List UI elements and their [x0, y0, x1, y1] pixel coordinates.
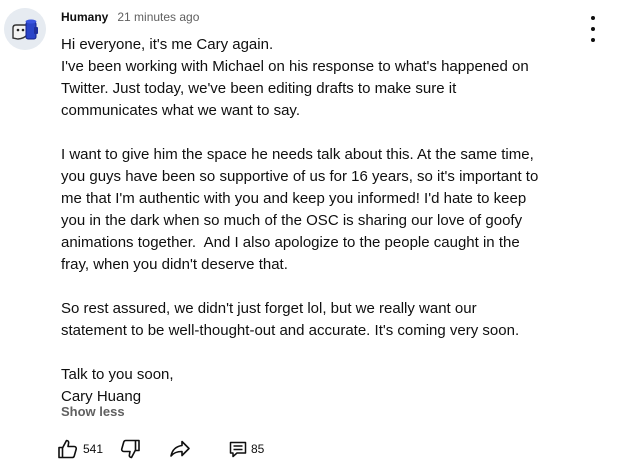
- paragraph: I want to give him the space he needs ta…: [61, 144, 606, 276]
- comment-line: me that I'm authentic with you and keep …: [61, 190, 527, 207]
- comment-line: Hi everyone, it's me Cary again.: [61, 36, 274, 53]
- like-count: 541: [83, 442, 104, 456]
- comment-line: I've been working with Michael on his re…: [61, 58, 529, 75]
- dislike-button[interactable]: [118, 437, 142, 461]
- comment-timestamp[interactable]: 21 minutes ago: [117, 10, 199, 24]
- comment-header: Humany 21 minutes ago: [61, 10, 199, 26]
- comment-line: you in the dark when so much of the OSC …: [61, 212, 523, 229]
- comment-line: Talk to you soon,: [61, 366, 174, 383]
- comment-line: Cary Huang: [61, 388, 142, 405]
- share-icon: [170, 440, 190, 457]
- more-vertical-icon-dot: [591, 27, 595, 31]
- comment-line: communicates what we want to say.: [61, 102, 300, 119]
- share-button[interactable]: [168, 437, 192, 461]
- comment-body: Hi everyone, it's me Cary again. I've be…: [61, 34, 606, 408]
- comment-line: fray, when you didn't deserve that.: [61, 256, 288, 273]
- thumb-down-icon: [120, 439, 140, 459]
- paragraph: Talk to you soon, Cary Huang: [61, 364, 606, 408]
- replies-button[interactable]: 85: [228, 437, 264, 461]
- like-button[interactable]: 541: [56, 437, 103, 461]
- thumb-up-icon: [58, 439, 78, 459]
- comment-line: animations together. And I also apologiz…: [61, 234, 520, 251]
- paragraph: Hi everyone, it's me Cary again. I've be…: [61, 34, 606, 122]
- comment-line: I want to give him the space he needs ta…: [61, 146, 534, 163]
- comment-icon: [229, 441, 247, 458]
- author-name[interactable]: Humany: [61, 10, 108, 24]
- comment-line: Twitter. Just today, we've been editing …: [61, 80, 457, 97]
- comment-line: So rest assured, we didn't just forget l…: [61, 300, 477, 317]
- paragraph: So rest assured, we didn't just forget l…: [61, 298, 606, 342]
- avatar-image: [4, 8, 46, 50]
- show-less-button[interactable]: Show less: [61, 404, 125, 419]
- reply-count: 85: [251, 442, 265, 456]
- comment-line: statement to be well-thought-out and acc…: [61, 322, 520, 339]
- comment-line: you guys have been so supportive of us f…: [61, 168, 539, 185]
- more-vertical-icon: [591, 16, 595, 20]
- avatar[interactable]: [4, 8, 46, 50]
